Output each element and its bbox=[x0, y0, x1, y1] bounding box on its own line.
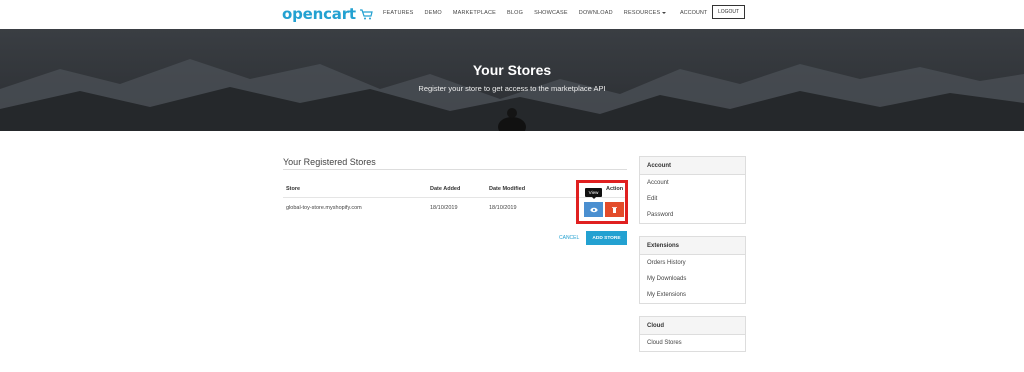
logout-button[interactable]: LOGOUT bbox=[712, 5, 745, 19]
highlight-box bbox=[576, 180, 628, 224]
nav-showcase[interactable]: SHOWCASE bbox=[534, 10, 568, 16]
sidebar-item-orders-history[interactable]: Orders History bbox=[640, 255, 745, 271]
date-modified-cell: 18/10/2019 bbox=[489, 205, 517, 211]
account-panel: Account Account Edit Password bbox=[639, 156, 746, 224]
page-subtitle: Register your store to get access to the… bbox=[418, 84, 606, 93]
add-store-button[interactable]: ADD STORE bbox=[586, 231, 627, 245]
column-header-date-added: Date Added bbox=[430, 186, 461, 192]
date-added-cell: 18/10/2019 bbox=[430, 205, 458, 211]
store-cell: global-toy-store.myshopify.com bbox=[286, 205, 362, 211]
cancel-link[interactable]: CANCEL bbox=[559, 235, 579, 241]
sidebar-item-password[interactable]: Password bbox=[640, 207, 745, 223]
opencart-logo[interactable]: opencart bbox=[282, 3, 373, 25]
panel-title: Extensions bbox=[640, 237, 745, 255]
column-header-store: Store bbox=[286, 186, 301, 192]
cloud-panel: Cloud Cloud Stores bbox=[639, 316, 746, 352]
sidebar-item-edit[interactable]: Edit bbox=[640, 191, 745, 207]
divider bbox=[283, 169, 627, 170]
mountain-background-image bbox=[0, 29, 1024, 131]
extensions-panel: Extensions Orders History My Downloads M… bbox=[639, 236, 746, 304]
nav-download[interactable]: DOWNLOAD bbox=[579, 10, 613, 16]
nav-features[interactable]: FEATURES bbox=[383, 10, 414, 16]
sidebar-item-my-extensions[interactable]: My Extensions bbox=[640, 287, 745, 303]
nav-resources-label: RESOURCES bbox=[623, 10, 661, 16]
sidebar-item-cloud-stores[interactable]: Cloud Stores bbox=[640, 335, 745, 351]
cart-icon bbox=[359, 9, 373, 20]
page-title: Your Stores bbox=[472, 62, 552, 78]
column-header-date-modified: Date Modified bbox=[489, 186, 526, 192]
main-nav: FEATURES DEMO MARKETPLACE BLOG SHOWCASE … bbox=[383, 0, 677, 26]
nav-blog[interactable]: BLOG bbox=[507, 10, 523, 16]
nav-marketplace[interactable]: MARKETPLACE bbox=[453, 10, 496, 16]
top-navbar: opencart FEATURES DEMO MARKETPLACE BLOG … bbox=[0, 0, 1024, 29]
sidebar-item-my-downloads[interactable]: My Downloads bbox=[640, 271, 745, 287]
logo-text: opencart bbox=[282, 5, 356, 23]
section-title: Your Registered Stores bbox=[283, 157, 376, 167]
panel-title: Cloud bbox=[640, 317, 745, 335]
account-link[interactable]: ACCOUNT bbox=[680, 0, 707, 26]
nav-resources[interactable]: RESOURCES bbox=[624, 10, 667, 16]
nav-demo[interactable]: DEMO bbox=[425, 10, 442, 16]
caret-down-icon bbox=[662, 11, 667, 14]
sidebar-item-account[interactable]: Account bbox=[640, 175, 745, 191]
panel-title: Account bbox=[640, 157, 745, 175]
hero-banner: Your Stores Register your store to get a… bbox=[0, 29, 1024, 131]
